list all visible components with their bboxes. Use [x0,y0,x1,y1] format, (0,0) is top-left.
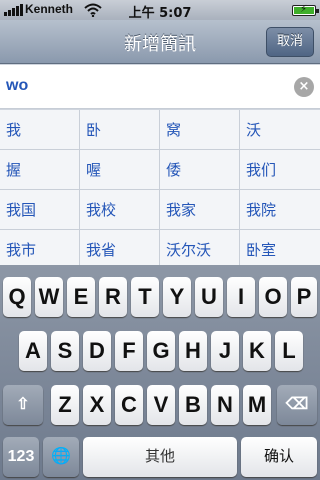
key-b[interactable]: B [179,385,207,425]
candidate-item[interactable]: 我院 [240,190,320,230]
key-d[interactable]: D [83,331,111,371]
candidate-item[interactable]: 我市 [0,230,80,265]
key-o[interactable]: O [259,277,287,317]
key-q[interactable]: Q [3,277,31,317]
space-key[interactable]: 其他 [83,437,237,477]
navigation-bar: 新增簡訊 取消 [0,20,320,64]
candidate-item[interactable]: 卧室 [240,230,320,265]
key-w[interactable]: W [35,277,63,317]
key-y[interactable]: Y [163,277,191,317]
key-a[interactable]: A [19,331,47,371]
key-n[interactable]: N [211,385,239,425]
status-bar: Kenneth 上午 5:07 ⚡ [0,0,320,21]
candidate-item[interactable]: 我校 [80,190,160,230]
candidate-item[interactable]: 我们 [240,150,320,190]
key-t[interactable]: T [131,277,159,317]
key-k[interactable]: K [243,331,271,371]
key-j[interactable]: J [211,331,239,371]
key-g[interactable]: G [147,331,175,371]
key-h[interactable]: H [179,331,207,371]
shift-key[interactable]: ⇧ [3,385,43,425]
candidate-item[interactable]: 喔 [80,150,160,190]
key-c[interactable]: C [115,385,143,425]
candidate-item[interactable]: 我国 [0,190,80,230]
candidate-list: 我 卧 窝 沃 握 喔 倭 我们 我国 我校 我家 我院 我市 我省 沃尔沃 卧… [0,110,320,265]
candidate-item[interactable]: 握 [0,150,80,190]
key-i[interactable]: I [227,277,255,317]
key-e[interactable]: E [67,277,95,317]
input-value: wo [6,77,29,94]
candidate-row: 我 卧 窝 沃 [0,110,320,150]
recipient-input[interactable]: wo × [0,65,320,109]
key-s[interactable]: S [51,331,79,371]
candidate-item[interactable]: 沃 [240,110,320,150]
clear-icon[interactable]: × [294,77,314,97]
globe-icon[interactable]: 🌐 [43,437,79,477]
key-v[interactable]: V [147,385,175,425]
candidate-row: 我市 我省 沃尔沃 卧室 [0,230,320,265]
candidate-item[interactable]: 我省 [80,230,160,265]
candidate-item[interactable]: 我家 [160,190,240,230]
key-p[interactable]: P [291,277,317,317]
key-f[interactable]: F [115,331,143,371]
key-l[interactable]: L [275,331,303,371]
delete-key[interactable]: ⌫ [277,385,317,425]
candidate-item[interactable]: 窝 [160,110,240,150]
keyboard: Q W E R T Y U I O P A S D F G H J K L ⇧ … [0,265,320,480]
key-u[interactable]: U [195,277,223,317]
battery-icon: ⚡ [292,4,319,16]
candidate-row: 握 喔 倭 我们 [0,150,320,190]
candidate-item[interactable]: 倭 [160,150,240,190]
key-z[interactable]: Z [51,385,79,425]
candidate-item[interactable]: 我 [0,110,80,150]
candidate-item[interactable]: 卧 [80,110,160,150]
key-x[interactable]: X [83,385,111,425]
numbers-key[interactable]: 123 [3,437,39,477]
confirm-key[interactable]: 确认 [241,437,317,477]
status-time: 上午 5:07 [128,6,192,21]
key-m[interactable]: M [243,385,271,425]
candidate-row: 我国 我校 我家 我院 [0,190,320,230]
cancel-button[interactable]: 取消 [266,27,314,57]
key-r[interactable]: R [99,277,127,317]
candidate-item[interactable]: 沃尔沃 [160,230,240,265]
